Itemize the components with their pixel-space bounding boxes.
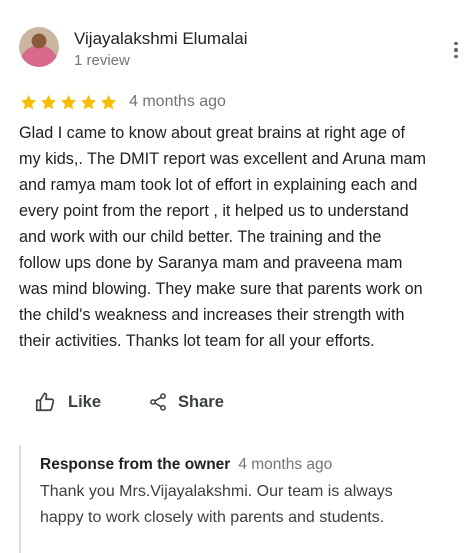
- owner-response-label: Response from the owner: [40, 456, 231, 473]
- avatar[interactable]: [19, 27, 59, 67]
- more-vert-icon: [454, 41, 458, 59]
- share-icon: [150, 393, 166, 411]
- review-header: Vijayalakshmi Elumalai 1 review: [19, 27, 464, 71]
- owner-response-time: 4 months ago: [238, 456, 333, 473]
- thumb-up-icon: [35, 392, 55, 412]
- review-count: 1 review: [74, 52, 130, 69]
- review-actions: Like Share: [34, 388, 224, 416]
- review-text-line: their activities. Thanks lot team for al…: [19, 332, 375, 350]
- like-button[interactable]: Like: [34, 391, 101, 413]
- star-icon: [39, 93, 58, 112]
- review-text-line: Glad I came to know about great brains a…: [19, 124, 406, 142]
- review-time: 4 months ago: [129, 93, 226, 110]
- owner-response: Response from the owner 4 months ago Than…: [19, 445, 466, 553]
- reviewer-name[interactable]: Vijayalakshmi Elumalai: [74, 29, 248, 49]
- review-text-line: and ramya mam took lot of effort in expl…: [19, 176, 418, 194]
- review-text-line: and work with our child better. The trai…: [19, 228, 382, 246]
- review-text-line: the child's weakness and increases their…: [19, 306, 405, 324]
- star-icon: [19, 93, 38, 112]
- review-text-line: my kids,. The DMIT report was excellent …: [19, 150, 426, 168]
- star-icon: [59, 93, 78, 112]
- review-text-line: was mind blowing. They make sure that pa…: [19, 280, 423, 298]
- review-text: Glad I came to know about great brains a…: [19, 120, 464, 354]
- star-icon: [99, 93, 118, 112]
- owner-response-header: Response from the owner 4 months ago: [40, 456, 332, 474]
- star-icon: [79, 93, 98, 112]
- rating-row: 4 months ago: [19, 91, 226, 113]
- share-button[interactable]: Share: [148, 392, 224, 412]
- owner-response-text-line: Thank you Mrs.Vijayalakshmi. Our team is…: [40, 483, 393, 500]
- like-label: Like: [68, 392, 102, 411]
- more-options-button[interactable]: [448, 37, 464, 63]
- star-rating: [19, 93, 118, 112]
- owner-response-text: Thank you Mrs.Vijayalakshmi. Our team is…: [40, 479, 460, 531]
- review-text-line: follow ups done by Saranya mam and prave…: [19, 254, 403, 272]
- share-label: Share: [178, 392, 224, 411]
- review-text-line: every point from the report , it helped …: [19, 202, 409, 220]
- owner-response-text-line: happy to work closely with parents and s…: [40, 509, 385, 526]
